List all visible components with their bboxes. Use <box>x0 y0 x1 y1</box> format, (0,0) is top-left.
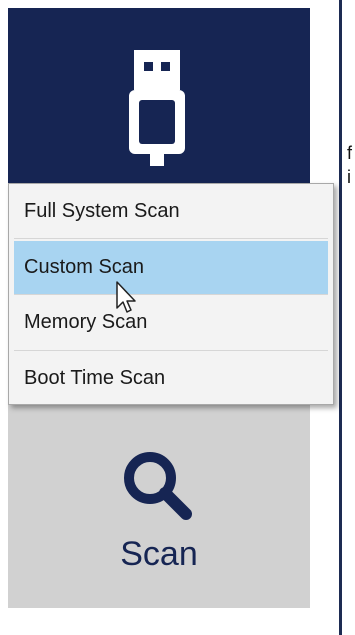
panel-divider <box>339 0 342 635</box>
mouse-cursor-icon <box>116 281 136 313</box>
menu-divider <box>14 294 328 295</box>
menu-item-custom-scan[interactable]: Custom Scan <box>14 241 328 294</box>
search-icon <box>124 452 192 520</box>
usb-scan-tile[interactable] <box>8 8 310 198</box>
clipped-text-2: i <box>347 167 351 187</box>
menu-item-memory-scan[interactable]: Memory Scan <box>14 296 328 349</box>
menu-divider <box>14 238 328 239</box>
scan-label: Scan <box>120 535 198 573</box>
clipped-text-1: f <box>347 143 353 163</box>
scan-tile[interactable]: Scan <box>8 398 310 608</box>
scan-type-menu: Full System Scan Custom Scan Memory Scan… <box>8 183 334 405</box>
menu-item-full-system-scan[interactable]: Full System Scan <box>14 185 328 238</box>
usb-icon <box>129 50 185 166</box>
menu-item-boot-time-scan[interactable]: Boot Time Scan <box>14 352 328 405</box>
menu-divider <box>14 350 328 351</box>
